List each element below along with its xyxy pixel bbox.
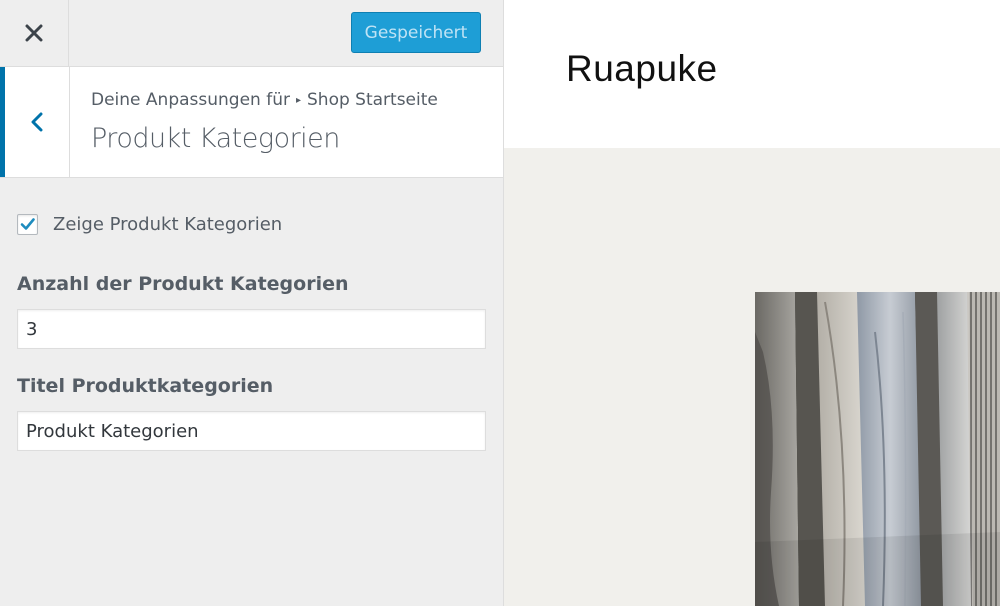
category-count-label: Anzahl der Produkt Kategorien xyxy=(17,273,349,295)
breadcrumb: Deine Anpassungen für ▸ Shop Startseite xyxy=(91,90,438,110)
close-button[interactable] xyxy=(0,0,69,66)
category-count-input[interactable] xyxy=(17,309,486,349)
breadcrumb-parent: Shop Startseite xyxy=(307,90,438,110)
hanging-clothes-photo xyxy=(755,292,1000,606)
site-preview: Ruapuke xyxy=(504,0,1000,606)
section-header: Deine Anpassungen für ▸ Shop Startseite Pr… xyxy=(0,67,503,178)
show-categories-checkbox[interactable] xyxy=(17,214,38,235)
section-title: Produkt Kategorien xyxy=(91,123,340,154)
customizer-sidebar: Gespeichert Deine Anpassungen für ▸ Shop S… xyxy=(0,0,504,606)
category-title-input[interactable] xyxy=(17,411,486,451)
breadcrumb-prefix: Deine Anpassungen für xyxy=(91,90,290,110)
close-icon xyxy=(25,24,43,42)
category-title-label: Titel Produktkategorien xyxy=(17,375,274,397)
preview-header: Ruapuke xyxy=(504,0,1000,148)
chevron-left-icon xyxy=(31,112,43,132)
breadcrumb-separator-icon: ▸ xyxy=(295,95,301,106)
back-button[interactable] xyxy=(0,67,70,177)
show-categories-label: Zeige Produkt Kategorien xyxy=(53,214,283,235)
show-categories-control[interactable]: Zeige Produkt Kategorien xyxy=(17,214,282,235)
preview-body xyxy=(504,148,1000,606)
checkmark-icon xyxy=(20,218,35,230)
save-button[interactable]: Gespeichert xyxy=(351,12,481,53)
customizer-toolbar: Gespeichert xyxy=(0,0,503,67)
site-title[interactable]: Ruapuke xyxy=(566,48,718,90)
